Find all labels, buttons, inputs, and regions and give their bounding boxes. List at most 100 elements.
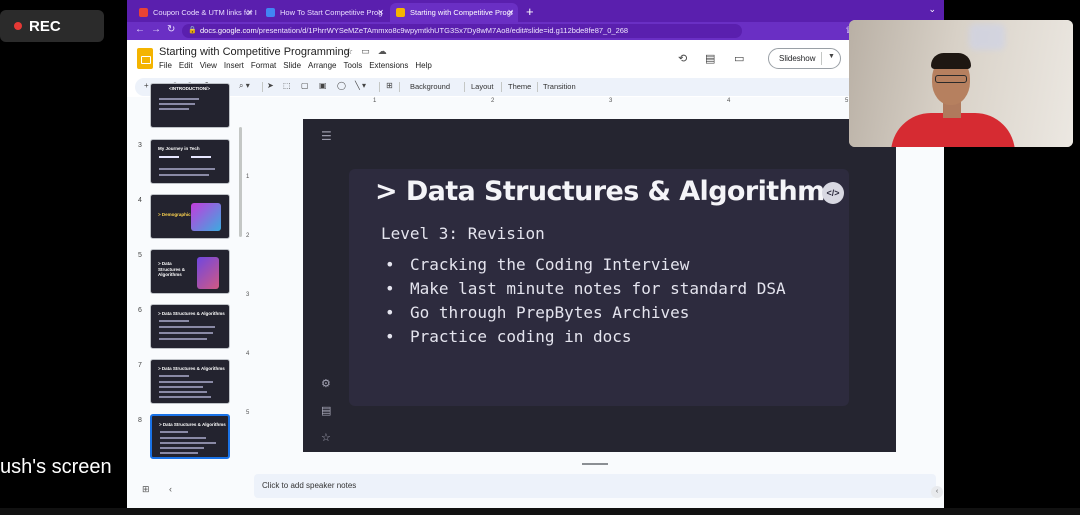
star-icon[interactable]: ☆ [345,46,353,57]
shape-icon[interactable]: ◯ [337,81,346,90]
title-actions: ☆ ▭ ☁ [345,46,387,57]
slides-header: Starting with Competitive Programming ☆ … [127,40,944,76]
select-region-icon[interactable]: ⬚ [283,81,291,90]
url-input[interactable]: 🔒 docs.google.com/presentation/d/1PhrrWY… [182,24,742,38]
collapse-filmstrip-icon[interactable]: ‹ [169,484,172,494]
menu-tools[interactable]: Tools [344,61,363,70]
bullet-text: Practice coding in docs [410,327,632,346]
menu-edit[interactable]: Edit [179,61,193,70]
text-box-icon[interactable]: ▢ [301,81,309,90]
filmstrip-slide[interactable]: 4 > Demographic [135,194,235,241]
slideshow-button[interactable]: Slideshow ▼ [768,48,841,69]
notes-resize-handle[interactable] [582,463,608,465]
thumbnail-title: > Data Structures & Algorithms [158,366,225,371]
filmstrip-scrollbar[interactable] [239,127,242,237]
filmstrip-slide[interactable]: 3 My Journey in Tech [135,139,235,186]
close-tab-icon[interactable]: ✕ [377,8,384,17]
slide-thumbnail-selected[interactable]: > Data Structures & Algorithms [150,414,230,459]
select-cursor-icon[interactable]: ➤ [267,81,274,90]
menu-help[interactable]: Help [415,61,431,70]
menu-file[interactable]: File [159,61,172,70]
slide-number: 3 [138,142,142,149]
settings-gear-icon: ⚙ [321,378,331,390]
tab-title: Starting with Competitive Progr [410,8,514,17]
tab-coupon-code[interactable]: Coupon Code & UTM links for In ✕ [133,3,257,22]
theme-button[interactable]: Theme [508,82,531,91]
bullet-text: Go through PrepBytes Archives [410,303,690,322]
version-history-icon[interactable]: ⟲ [678,52,687,65]
menu-view[interactable]: View [200,61,217,70]
filmstrip-slide[interactable]: 8 > Data Structures & Algorithms [135,414,235,461]
bullet-list[interactable]: • Cracking the Coding Interview • Make las… [385,255,786,351]
close-tab-icon[interactable]: ✕ [246,8,253,17]
slide-canvas[interactable]: ☰ ⚙ ▤ ☆ > Data Structures & Algorithms <… [303,119,896,452]
menu-insert[interactable]: Insert [224,61,244,70]
chevron-down-icon[interactable]: ▼ [828,53,835,60]
meet-camera-icon[interactable]: ▭ [734,52,744,65]
tab-bar: Coupon Code & UTM links for In ✕ How To … [127,0,944,22]
slide-thumbnail[interactable]: > Demographic [150,194,230,239]
forward-icon[interactable]: → [151,24,161,35]
menu-slide[interactable]: Slide [283,61,301,70]
filmstrip-slide[interactable]: <INTRODUCTION/> [135,83,235,130]
cloud-status-icon[interactable]: ☁ [378,46,387,57]
layout-button[interactable]: Layout [471,82,494,91]
bullet-dot-icon: • [385,327,395,346]
bullet-item: • Make last minute notes for standard DSA [385,279,786,303]
divider [399,82,400,92]
lock-icon: 🔒 [188,27,197,34]
divider [501,82,502,92]
slide-thumbnail[interactable]: <INTRODUCTION/> [150,83,230,128]
bullet-item: • Cracking the Coding Interview [385,255,786,279]
video-icon [266,8,275,17]
comments-icon[interactable]: ▤ [705,52,715,65]
back-icon[interactable]: ← [135,24,145,35]
bullet-dot-icon: • [385,303,395,322]
slide-thumbnail[interactable]: > Data Structures & Algorithms [150,249,230,294]
slide-thumbnail[interactable]: My Journey in Tech [150,139,230,184]
divider [262,82,263,92]
image-icon[interactable]: ▣ [319,81,327,90]
slide-filmstrip[interactable]: <INTRODUCTION/> 3 My Journey in Tech 4 >… [127,83,239,467]
line-icon[interactable]: ╲ ▾ [355,81,366,90]
zoom-icon[interactable]: ⌕ ▾ [239,81,250,91]
ruler-label: 4 [246,351,250,357]
google-slides-logo-icon[interactable] [137,48,153,69]
menu-format[interactable]: Format [251,61,276,70]
recording-indicator: REC [0,10,104,42]
close-tab-icon[interactable]: ✕ [507,8,514,17]
horizontal-ruler: 1 2 3 4 5 6 7 8 9 [255,98,944,109]
tab-starting-with-cp[interactable]: Starting with Competitive Progr ✕ [390,3,518,22]
slide-subtitle[interactable]: Level 3: Revision [381,224,545,243]
speaker-notes[interactable]: Click to add speaker notes [254,474,936,498]
grid-view-icon[interactable]: ⊞ [142,484,150,495]
thumbnail-title: > Data Structures & Algorithms [159,422,226,427]
slide-thumbnail[interactable]: > Data Structures & Algorithms [150,359,230,404]
move-folder-icon[interactable]: ▭ [361,46,370,57]
meeting-screen: REC ush's screen Coupon Code & UTM links… [0,0,1080,515]
slide-thumbnail[interactable]: > Data Structures & Algorithms [150,304,230,349]
ruler-label: 1 [246,174,250,180]
slide-number: 5 [138,252,142,259]
transition-button[interactable]: Transition [543,82,576,91]
editor-workspace: <INTRODUCTION/> 3 My Journey in Tech 4 >… [127,83,944,508]
vertical-ruler: 1 2 3 4 5 [246,117,255,457]
add-comment-icon[interactable]: ⊞ [386,81,393,90]
document-title[interactable]: Starting with Competitive Programming [159,46,350,58]
slide-title[interactable]: > Data Structures & Algorithms [375,176,841,207]
menu-extensions[interactable]: Extensions [369,61,408,70]
side-panel-toggle-icon[interactable]: ‹ [931,486,943,498]
new-tab-icon[interactable]: + [526,4,534,19]
menu-arrange[interactable]: Arrange [308,61,336,70]
tab-search-icon[interactable]: ⌄ [928,4,936,15]
filmstrip-slide[interactable]: 5 > Data Structures & Algorithms [135,249,235,296]
bullet-text: Make last minute notes for standard DSA [410,279,786,298]
code-brackets-icon: </> [822,182,844,204]
ruler-label: 2 [246,233,250,239]
reload-icon[interactable]: ↻ [167,24,175,35]
url-domain: docs.google.com [200,26,257,35]
filmstrip-slide[interactable]: 7 > Data Structures & Algorithms [135,359,235,406]
filmstrip-slide[interactable]: 6 > Data Structures & Algorithms [135,304,235,351]
background-button[interactable]: Background [410,82,450,91]
tab-how-to-start[interactable]: How To Start Competitive Prog ✕ [260,3,388,22]
